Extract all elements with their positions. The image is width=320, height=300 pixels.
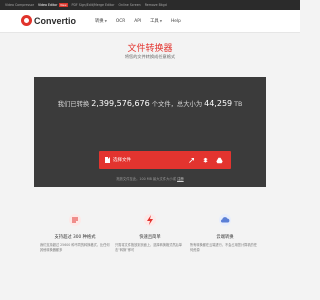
chevron-down-icon: ▼ <box>104 19 107 23</box>
main-nav: 转换▼ OCR API 工具▼ Help <box>95 18 181 25</box>
nav-item-api[interactable]: API <box>134 19 141 24</box>
cloud-icon <box>217 212 233 228</box>
page-title: 文件转换器 <box>127 44 173 54</box>
top-link-online-screen[interactable]: Online Screen <box>118 3 140 7</box>
file-icon <box>105 157 110 163</box>
chevron-down-icon: ▼ <box>159 19 162 23</box>
choose-files-label: 选择文件 <box>113 158 131 163</box>
top-link-pdf-editor[interactable]: PDF Sign/Edit/Merge Editor <box>72 3 115 7</box>
link-icon <box>188 157 194 163</box>
nav-item-help[interactable]: Help <box>171 19 181 24</box>
feature-fast-heading: 快速且简单 <box>139 235 161 240</box>
dropbox-source-button[interactable] <box>201 156 209 164</box>
choose-files-button[interactable]: 选择文件 <box>105 151 131 169</box>
page-subtitle: 将您的文件转换成任意格式 <box>124 54 176 59</box>
stats-prefix: 我们已转换 <box>57 101 90 108</box>
feature-fast-text: 只需将文件拖放到页面上，选择转换格式然后单击“转换”即可 <box>115 243 182 252</box>
feature-cloud-heading: 云端转换 <box>216 235 234 240</box>
upload-bar: 选择文件 <box>99 151 231 169</box>
logo-icon <box>21 15 32 26</box>
url-source-button[interactable] <box>187 156 195 164</box>
stats-unit: TB <box>234 101 243 108</box>
site-header: Convertio 转换▼ OCR API 工具▼ Help <box>0 10 300 33</box>
feature-formats-text: 我们支持超过 25600 种不同的转换格式，比任何其他转换器都多 <box>40 243 110 252</box>
stats-total-size: 44,259 <box>204 99 233 108</box>
logo[interactable]: Convertio <box>21 15 76 26</box>
upload-panel: 我们已转换 2,399,576,676 个文件，总大小为 44,259 TB 选… <box>34 77 266 187</box>
nav-item-ocr[interactable]: OCR <box>116 19 125 24</box>
format-icon <box>67 212 83 228</box>
drop-hint-text: 拖放文件至此。100 MB 最大文件大小或 <box>116 177 176 181</box>
feature-formats-heading: 支持超过 300 种格式 <box>54 235 96 240</box>
new-badge: New <box>59 3 68 7</box>
top-link-video-editor[interactable]: Video Editor <box>38 3 57 7</box>
nav-item-tools[interactable]: 工具▼ <box>150 18 162 24</box>
top-links-bar: Video Compressor Video Editor New PDF Si… <box>0 0 300 10</box>
feature-cloud-text: 所有转换都在云端进行，不会占用您计算机的任何资源 <box>190 243 257 252</box>
google-drive-icon <box>215 157 223 163</box>
lightning-icon <box>142 212 158 228</box>
stats-file-count: 2,399,576,676 <box>91 99 150 108</box>
signup-link[interactable]: 注册 <box>177 177 184 181</box>
drop-hint: 拖放文件至此。100 MB 最大文件大小或 注册 <box>34 176 266 181</box>
stats-middle: 个文件，总大小为 <box>151 101 203 108</box>
top-link-video-compressor[interactable]: Video Compressor <box>5 3 34 7</box>
feature-formats: 支持超过 300 种格式 我们支持超过 25600 种不同的转换格式，比任何其他… <box>40 212 110 252</box>
nav-item-convert[interactable]: 转换▼ <box>95 18 107 24</box>
feature-cloud: 云端转换 所有转换都在云端进行，不会占用您计算机的任何资源 <box>190 212 260 252</box>
brand-name: Convertio <box>34 15 77 26</box>
dropbox-icon <box>202 157 208 163</box>
top-link-remove-bkgd[interactable]: Remove Bkgd <box>145 3 167 7</box>
feature-fast: 快速且简单 只需将文件拖放到页面上，选择转换格式然后单击“转换”即可 <box>115 212 185 252</box>
conversion-stats: 我们已转换 2,399,576,676 个文件，总大小为 44,259 TB <box>34 99 266 108</box>
google-drive-source-button[interactable] <box>215 156 223 164</box>
